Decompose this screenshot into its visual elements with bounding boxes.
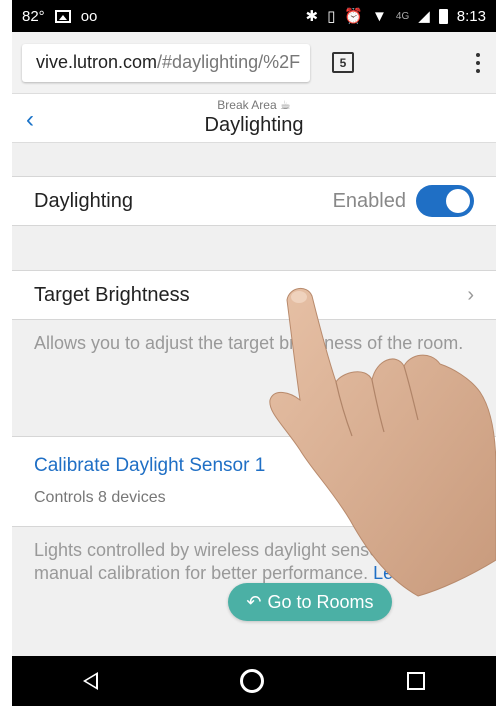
page-subtitle: Break Area ☕: [217, 98, 291, 112]
android-nav-bar: [12, 656, 496, 706]
calibrate-section: Calibrate Daylight Sensor 1 Controls 8 d…: [12, 436, 496, 527]
learn-link[interactable]: Learn: [373, 563, 419, 583]
vibrate-icon: ▯: [327, 8, 336, 25]
clock: 8:13: [456, 7, 486, 25]
page-title: Daylighting: [204, 114, 304, 136]
url-host: vive.lutron.com: [36, 52, 158, 72]
browser-toolbar: vive.lutron.com/#daylighting/%2F 5: [12, 32, 496, 94]
section-gap: [12, 143, 496, 176]
section-gap: [12, 226, 496, 270]
url-bar[interactable]: vive.lutron.com/#daylighting/%2F: [22, 43, 310, 82]
battery-icon: [438, 8, 448, 24]
target-brightness-description: Allows you to adjust the target brightne…: [12, 320, 496, 436]
voicemail-icon: ᴏᴏ: [80, 7, 98, 25]
calibrate-sensor-link[interactable]: Calibrate Daylight Sensor 1: [34, 455, 474, 477]
daylighting-toggle[interactable]: [416, 185, 474, 217]
phone-screen: 82° ᴏᴏ ✱ ▯ ⏰ ▼ 4G ◢ 8:13 vive.lutron.com…: [12, 0, 496, 706]
daylighting-row: Daylighting Enabled: [12, 176, 496, 226]
back-icon[interactable]: ‹: [26, 106, 34, 134]
nav-home-icon[interactable]: [240, 669, 265, 693]
signal-icon: ◢: [418, 8, 430, 25]
tab-switcher-button[interactable]: 5: [332, 52, 354, 73]
calibrate-sub: Controls 8 devices: [34, 489, 166, 506]
return-arrow-icon: ↶: [246, 591, 262, 612]
go-to-rooms-button[interactable]: ↶ Go to Rooms: [228, 583, 392, 621]
daylighting-state: Enabled: [332, 189, 406, 212]
target-brightness-row[interactable]: Target Brightness ›: [12, 270, 496, 320]
wifi-icon: ▼: [372, 7, 387, 25]
nav-back-icon[interactable]: [83, 672, 99, 690]
url-path: /#daylighting/%2F: [157, 52, 301, 72]
daylighting-label: Daylighting: [34, 189, 133, 212]
go-to-rooms-label: Go to Rooms: [267, 591, 374, 612]
more-menu-icon[interactable]: [476, 52, 480, 73]
network-label: 4G: [395, 10, 410, 22]
status-bar: 82° ᴏᴏ ✱ ▯ ⏰ ▼ 4G ◢ 8:13: [12, 0, 496, 32]
nav-recents-icon[interactable]: [406, 672, 425, 690]
temperature: 82°: [22, 7, 45, 25]
bluetooth-icon: ✱: [305, 8, 319, 25]
page-header: ‹ Break Area ☕ Daylighting: [12, 94, 496, 143]
image-icon: [54, 9, 71, 23]
target-brightness-label: Target Brightness: [34, 283, 190, 306]
chevron-right-icon: ›: [467, 283, 474, 306]
alarm-icon: ⏰: [344, 8, 364, 25]
